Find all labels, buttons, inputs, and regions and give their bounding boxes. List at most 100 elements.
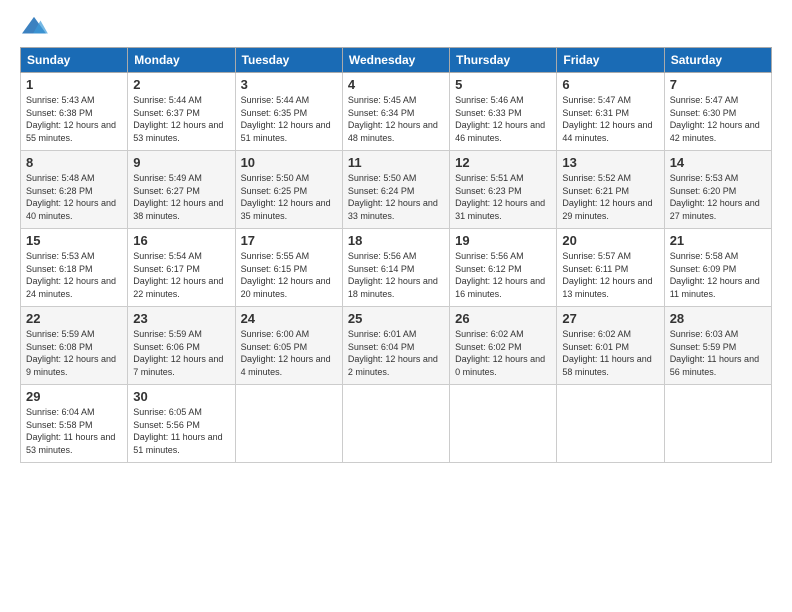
table-row: 22 Sunrise: 5:59 AMSunset: 6:08 PMDayligh… [21, 307, 128, 385]
table-row [557, 385, 664, 463]
table-row: 25 Sunrise: 6:01 AMSunset: 6:04 PMDayligh… [342, 307, 449, 385]
table-row: 9 Sunrise: 5:49 AMSunset: 6:27 PMDaylight… [128, 151, 235, 229]
day-number: 30 [133, 389, 229, 404]
table-row: 29Sunrise: 6:04 AMSunset: 5:58 PMDayligh… [21, 385, 128, 463]
day-info: Sunrise: 5:44 AMSunset: 6:37 PMDaylight:… [133, 94, 229, 144]
day-number: 28 [670, 311, 766, 326]
col-header-saturday: Saturday [664, 48, 771, 73]
day-number: 14 [670, 155, 766, 170]
table-row: 16 Sunrise: 5:54 AMSunset: 6:17 PMDayligh… [128, 229, 235, 307]
day-number: 7 [670, 77, 766, 92]
table-row: 13 Sunrise: 5:52 AMSunset: 6:21 PMDayligh… [557, 151, 664, 229]
day-info: Sunrise: 5:57 AMSunset: 6:11 PMDaylight:… [562, 250, 658, 300]
table-row [342, 385, 449, 463]
day-info: Sunrise: 5:59 AMSunset: 6:06 PMDaylight:… [133, 328, 229, 378]
day-info: Sunrise: 5:53 AMSunset: 6:18 PMDaylight:… [26, 250, 122, 300]
day-number: 17 [241, 233, 337, 248]
table-row: 15 Sunrise: 5:53 AMSunset: 6:18 PMDayligh… [21, 229, 128, 307]
table-row: 5Sunrise: 5:46 AMSunset: 6:33 PMDaylight… [450, 73, 557, 151]
table-row: 8 Sunrise: 5:48 AMSunset: 6:28 PMDaylight… [21, 151, 128, 229]
calendar-table: SundayMondayTuesdayWednesdayThursdayFrid… [20, 47, 772, 463]
table-row: 14 Sunrise: 5:53 AMSunset: 6:20 PMDayligh… [664, 151, 771, 229]
table-row: 21Sunrise: 5:58 AMSunset: 6:09 PMDayligh… [664, 229, 771, 307]
day-info: Sunrise: 5:59 AMSunset: 6:08 PMDaylight:… [26, 328, 122, 378]
day-number: 22 [26, 311, 122, 326]
table-row: 24 Sunrise: 6:00 AMSunset: 6:05 PMDayligh… [235, 307, 342, 385]
calendar-week-row: 22 Sunrise: 5:59 AMSunset: 6:08 PMDayligh… [21, 307, 772, 385]
day-info: Sunrise: 5:43 AMSunset: 6:38 PMDaylight:… [26, 94, 122, 144]
table-row [235, 385, 342, 463]
day-info: Sunrise: 6:05 AMSunset: 5:56 PMDaylight:… [133, 406, 229, 456]
day-number: 23 [133, 311, 229, 326]
day-info: Sunrise: 6:02 AMSunset: 6:01 PMDaylight:… [562, 328, 658, 378]
day-info: Sunrise: 6:00 AMSunset: 6:05 PMDaylight:… [241, 328, 337, 378]
table-row: 4 Sunrise: 5:45 AMSunset: 6:34 PMDaylight… [342, 73, 449, 151]
day-info: Sunrise: 5:56 AMSunset: 6:12 PMDaylight:… [455, 250, 551, 300]
table-row: 18Sunrise: 5:56 AMSunset: 6:14 PMDayligh… [342, 229, 449, 307]
calendar-week-row: 8 Sunrise: 5:48 AMSunset: 6:28 PMDaylight… [21, 151, 772, 229]
table-row: 12 Sunrise: 5:51 AMSunset: 6:23 PMDayligh… [450, 151, 557, 229]
day-number: 26 [455, 311, 551, 326]
table-row: 20 Sunrise: 5:57 AMSunset: 6:11 PMDayligh… [557, 229, 664, 307]
day-info: Sunrise: 5:55 AMSunset: 6:15 PMDaylight:… [241, 250, 337, 300]
calendar-week-row: 15 Sunrise: 5:53 AMSunset: 6:18 PMDayligh… [21, 229, 772, 307]
table-row: 30 Sunrise: 6:05 AMSunset: 5:56 PMDayligh… [128, 385, 235, 463]
day-info: Sunrise: 5:51 AMSunset: 6:23 PMDaylight:… [455, 172, 551, 222]
day-number: 10 [241, 155, 337, 170]
day-number: 12 [455, 155, 551, 170]
day-number: 16 [133, 233, 229, 248]
day-number: 15 [26, 233, 122, 248]
day-info: Sunrise: 6:01 AMSunset: 6:04 PMDaylight:… [348, 328, 444, 378]
day-number: 27 [562, 311, 658, 326]
day-info: Sunrise: 5:44 AMSunset: 6:35 PMDaylight:… [241, 94, 337, 144]
col-header-monday: Monday [128, 48, 235, 73]
day-info: Sunrise: 5:53 AMSunset: 6:20 PMDaylight:… [670, 172, 766, 222]
table-row: 11 Sunrise: 5:50 AMSunset: 6:24 PMDayligh… [342, 151, 449, 229]
table-row: 17 Sunrise: 5:55 AMSunset: 6:15 PMDayligh… [235, 229, 342, 307]
day-number: 11 [348, 155, 444, 170]
page-container: SundayMondayTuesdayWednesdayThursdayFrid… [0, 0, 792, 473]
day-info: Sunrise: 5:50 AMSunset: 6:24 PMDaylight:… [348, 172, 444, 222]
day-number: 29 [26, 389, 122, 404]
day-number: 24 [241, 311, 337, 326]
day-number: 19 [455, 233, 551, 248]
day-number: 2 [133, 77, 229, 92]
day-number: 9 [133, 155, 229, 170]
table-row: 26Sunrise: 6:02 AMSunset: 6:02 PMDayligh… [450, 307, 557, 385]
col-header-wednesday: Wednesday [342, 48, 449, 73]
calendar-week-row: 29Sunrise: 6:04 AMSunset: 5:58 PMDayligh… [21, 385, 772, 463]
day-number: 1 [26, 77, 122, 92]
table-row [664, 385, 771, 463]
day-info: Sunrise: 5:50 AMSunset: 6:25 PMDaylight:… [241, 172, 337, 222]
table-row: 23 Sunrise: 5:59 AMSunset: 6:06 PMDayligh… [128, 307, 235, 385]
day-info: Sunrise: 5:45 AMSunset: 6:34 PMDaylight:… [348, 94, 444, 144]
day-info: Sunrise: 5:49 AMSunset: 6:27 PMDaylight:… [133, 172, 229, 222]
day-info: Sunrise: 5:46 AMSunset: 6:33 PMDaylight:… [455, 94, 551, 144]
logo [20, 15, 52, 39]
table-row: 1 Sunrise: 5:43 AMSunset: 6:38 PMDaylight… [21, 73, 128, 151]
table-row: 7 Sunrise: 5:47 AMSunset: 6:30 PMDaylight… [664, 73, 771, 151]
col-header-thursday: Thursday [450, 48, 557, 73]
day-info: Sunrise: 5:48 AMSunset: 6:28 PMDaylight:… [26, 172, 122, 222]
calendar-week-row: 1 Sunrise: 5:43 AMSunset: 6:38 PMDaylight… [21, 73, 772, 151]
day-number: 18 [348, 233, 444, 248]
day-number: 13 [562, 155, 658, 170]
day-info: Sunrise: 6:03 AMSunset: 5:59 PMDaylight:… [670, 328, 766, 378]
table-row: 28 Sunrise: 6:03 AMSunset: 5:59 PMDayligh… [664, 307, 771, 385]
col-header-friday: Friday [557, 48, 664, 73]
day-number: 25 [348, 311, 444, 326]
day-info: Sunrise: 5:47 AMSunset: 6:31 PMDaylight:… [562, 94, 658, 144]
day-number: 8 [26, 155, 122, 170]
day-number: 20 [562, 233, 658, 248]
table-row: 6Sunrise: 5:47 AMSunset: 6:31 PMDaylight… [557, 73, 664, 151]
header [20, 15, 772, 39]
day-info: Sunrise: 5:52 AMSunset: 6:21 PMDaylight:… [562, 172, 658, 222]
col-header-sunday: Sunday [21, 48, 128, 73]
calendar-header-row: SundayMondayTuesdayWednesdayThursdayFrid… [21, 48, 772, 73]
day-number: 4 [348, 77, 444, 92]
day-info: Sunrise: 5:47 AMSunset: 6:30 PMDaylight:… [670, 94, 766, 144]
day-info: Sunrise: 5:54 AMSunset: 6:17 PMDaylight:… [133, 250, 229, 300]
day-number: 3 [241, 77, 337, 92]
table-row: 19 Sunrise: 5:56 AMSunset: 6:12 PMDayligh… [450, 229, 557, 307]
logo-icon [20, 15, 48, 39]
